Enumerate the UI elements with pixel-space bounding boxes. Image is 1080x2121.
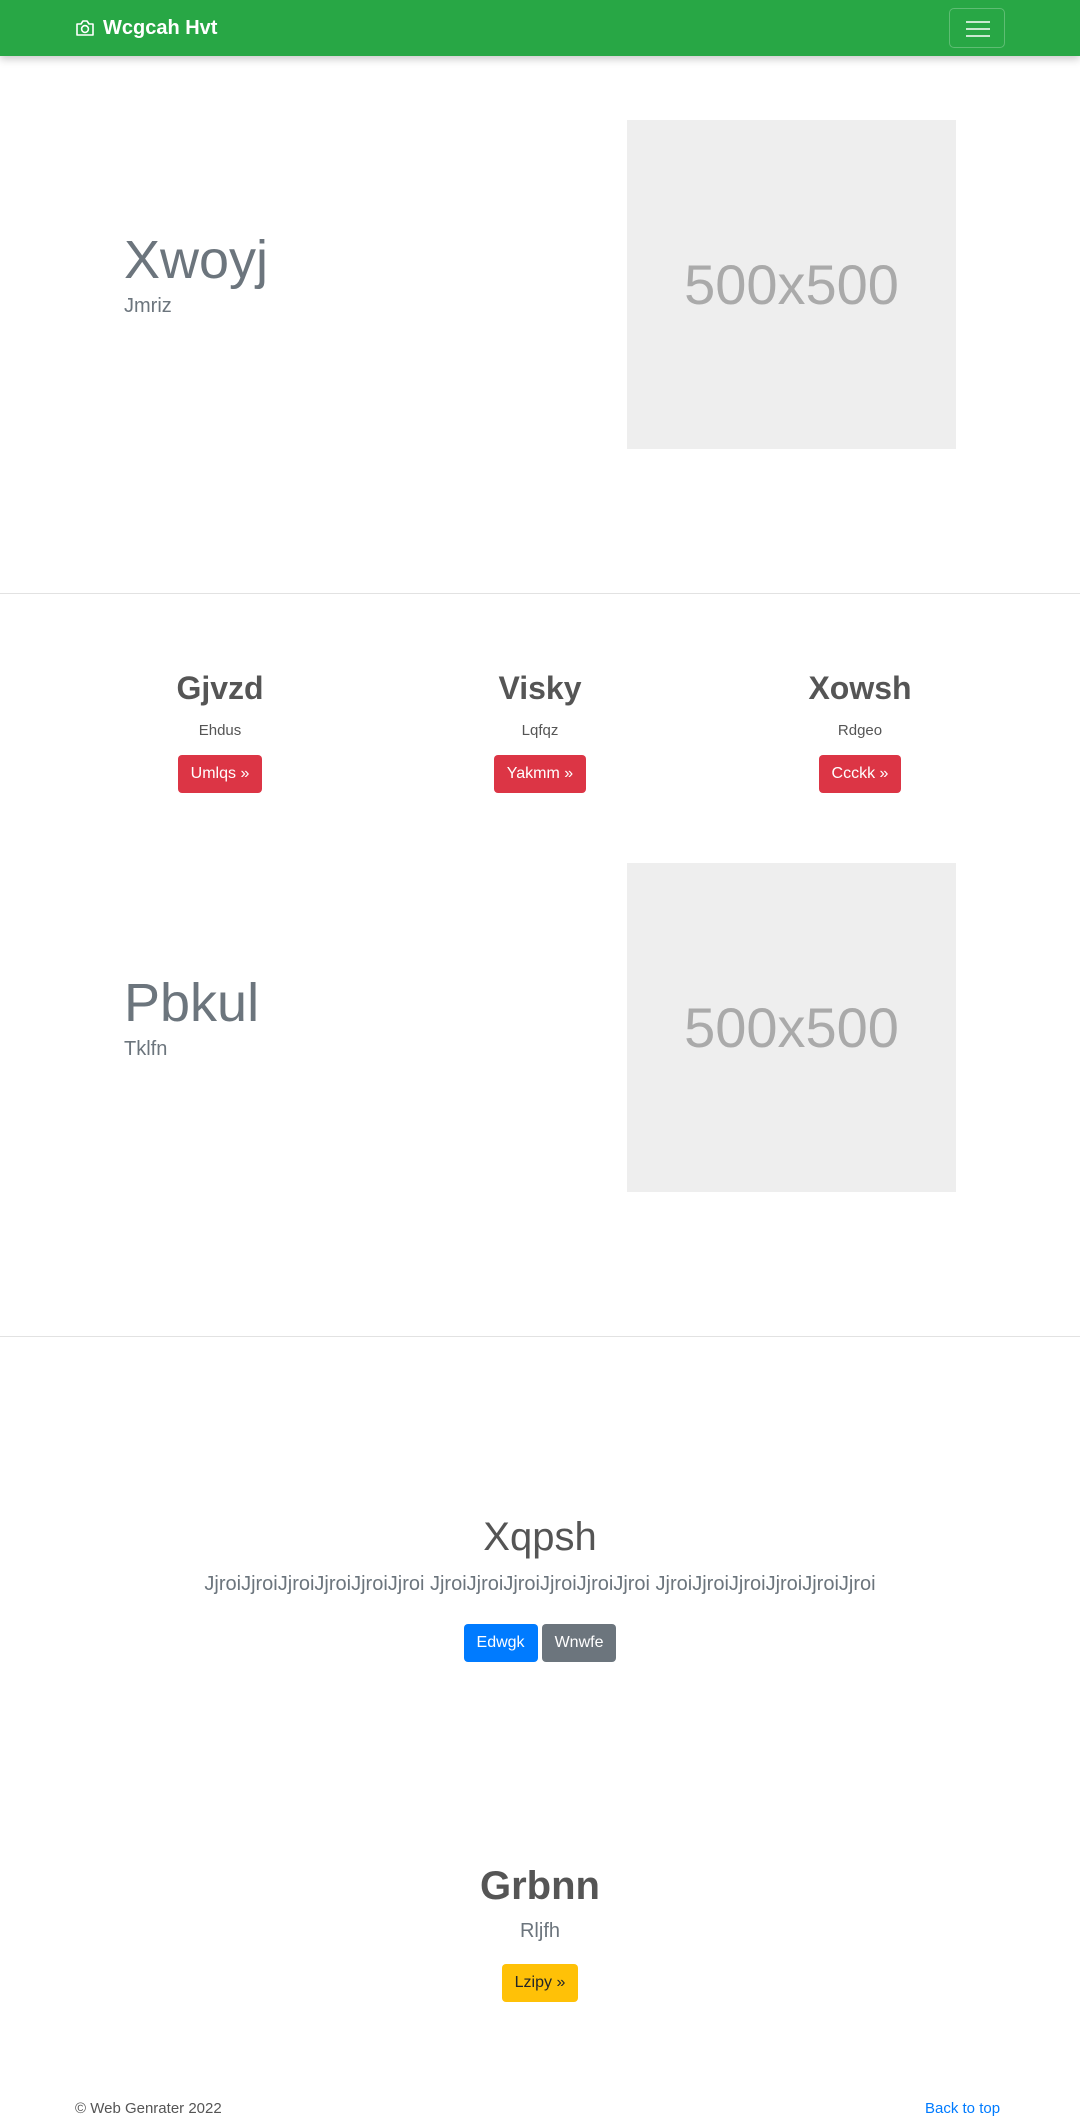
back-to-top-link[interactable]: Back to top [925, 2100, 1000, 2117]
footer-copyright: © Web Genrater 2022 [75, 2100, 222, 2117]
column-1-text: Ehdus [198, 722, 242, 739]
column-3-text: Rdgeo [837, 722, 883, 739]
jumbotron-lead: JjroiJjroiJjroiJjroiJjroiJjroi JjroiJjro… [204, 1573, 876, 1595]
column-2-button[interactable]: Yakmm » [493, 755, 587, 793]
cta-button[interactable]: Lzipy » [501, 1964, 579, 2002]
column-1-title: Gjvzd [176, 670, 264, 706]
feature1-title: Xwoyj [124, 230, 269, 290]
column-2: Visky Lqfqz Yakmm » [390, 670, 690, 793]
column-3-button[interactable]: Ccckk » [818, 755, 902, 793]
section-divider [0, 593, 1080, 594]
jumbotron-buttons: Edwgk Wnwfe [0, 1624, 1080, 1662]
feature2-image-label: 500x500 [684, 996, 899, 1059]
column-2-title: Visky [498, 670, 582, 706]
cta-subtitle: Rljfh [519, 1920, 560, 1942]
column-3: Xowsh Rdgeo Ccckk » [710, 670, 1010, 793]
feature1-image-placeholder: 500x500 [627, 120, 956, 449]
secondary-button[interactable]: Wnwfe [541, 1624, 617, 1662]
feature1-image-label: 500x500 [684, 253, 899, 316]
navbar: Wcgcah Hvt [0, 0, 1080, 56]
feature1-subtitle: Jmriz [124, 295, 172, 317]
column-1: Gjvzd Ehdus Umlqs » [70, 670, 370, 793]
navbar-brand[interactable]: Wcgcah Hvt [75, 14, 217, 42]
hamburger-icon [966, 21, 990, 23]
cta-button-wrap: Lzipy » [0, 1964, 1080, 2002]
feature2-title: Pbkul [124, 973, 260, 1033]
column-2-text: Lqfqz [521, 722, 559, 739]
camera-icon [76, 20, 94, 36]
primary-button[interactable]: Edwgk [463, 1624, 538, 1662]
cta-title: Grbnn [480, 1864, 600, 1908]
navbar-toggler[interactable] [949, 8, 1005, 48]
column-3-title: Xowsh [808, 670, 912, 706]
brand-label: Wcgcah Hvt [103, 16, 218, 39]
jumbotron-title: Xqpsh [483, 1515, 597, 1559]
feature2-image-placeholder: 500x500 [627, 863, 956, 1192]
feature2-subtitle: Tklfn [124, 1038, 168, 1060]
column-1-button[interactable]: Umlqs » [177, 755, 263, 793]
section-divider [0, 1336, 1080, 1337]
